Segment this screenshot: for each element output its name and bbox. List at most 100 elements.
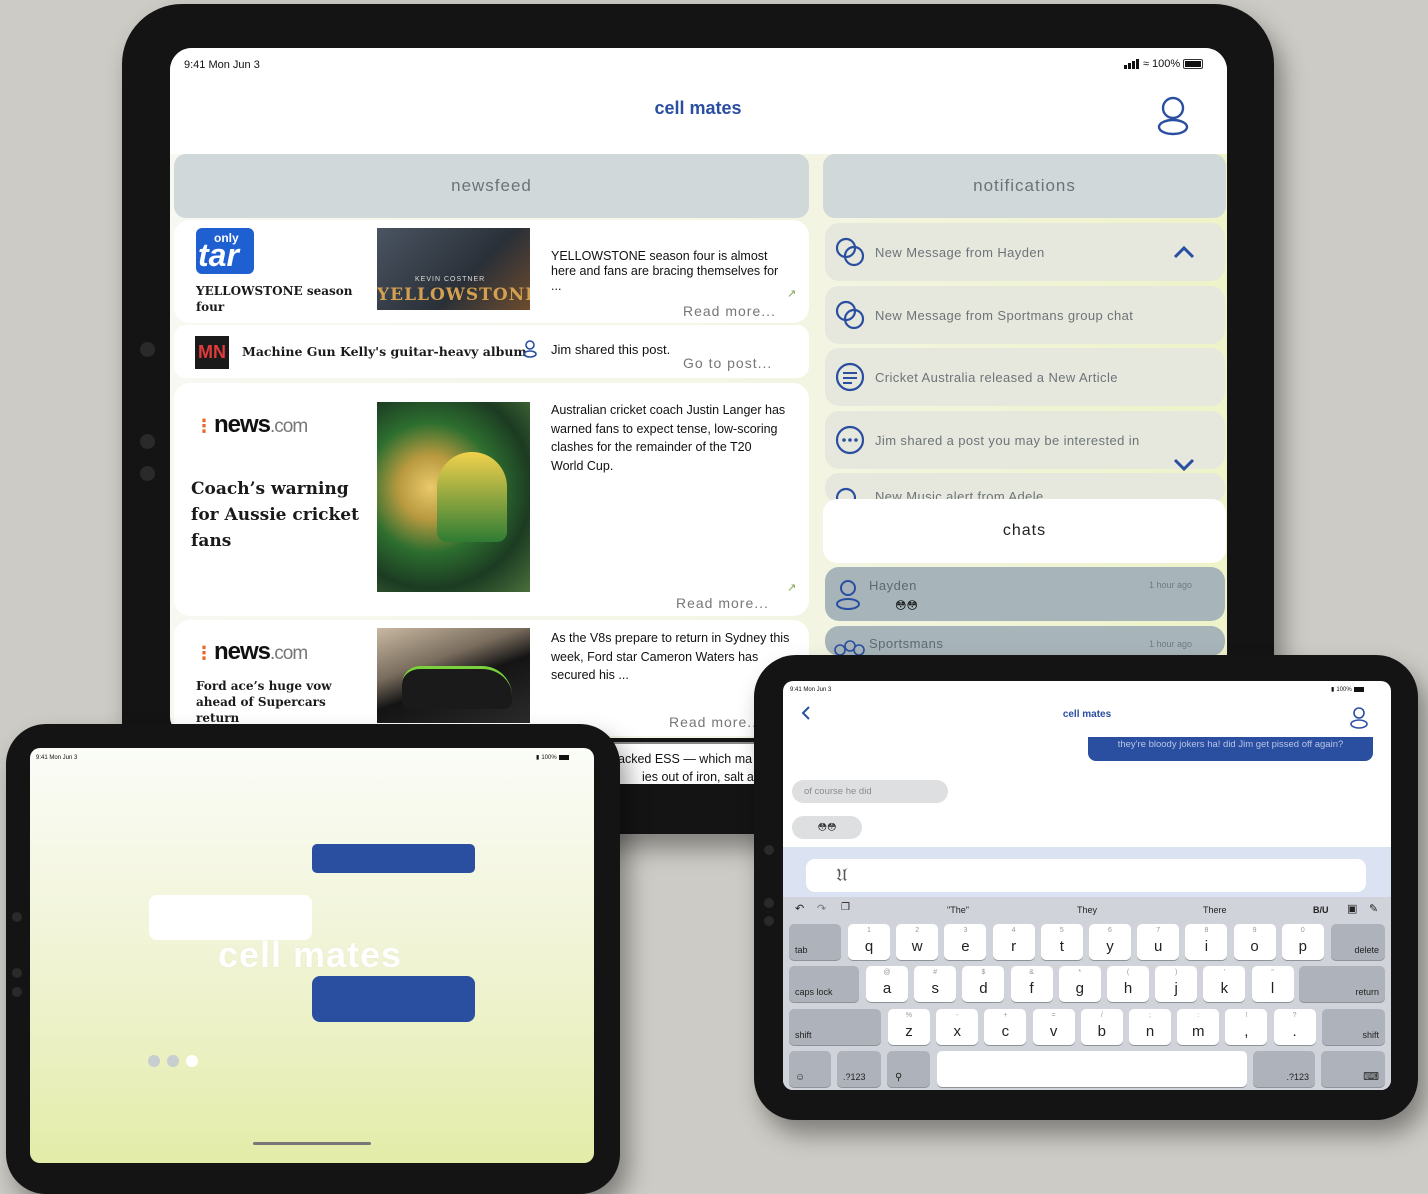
- key-secondary-label: 5: [1059, 927, 1064, 934]
- return-key[interactable]: return: [1299, 966, 1385, 1002]
- page-indicator[interactable]: [148, 1055, 198, 1067]
- key-row3-5[interactable]: ; n: [1129, 1009, 1171, 1045]
- key-row3-7[interactable]: !,: [1225, 1009, 1268, 1045]
- key-row1-4[interactable]: 5t: [1040, 924, 1083, 960]
- paste-icon[interactable]: ❐: [841, 902, 850, 913]
- tab-chats[interactable]: chats: [823, 499, 1226, 563]
- notification-item[interactable]: Jim shared a post you may be interested …: [825, 411, 1225, 472]
- notification-item[interactable]: New Message from Sportmans group chat: [825, 286, 1225, 344]
- prediction[interactable]: They: [1077, 905, 1097, 915]
- key-row2-3[interactable]: & f: [1010, 966, 1053, 1002]
- app-title: cell mates: [654, 98, 742, 118]
- read-more-link[interactable]: Read more...: [676, 595, 769, 611]
- page-dot-active[interactable]: [186, 1055, 198, 1067]
- shift-key-label: shift: [795, 1030, 812, 1040]
- back-button[interactable]: [799, 705, 813, 726]
- tab-newsfeed[interactable]: newsfeed: [174, 154, 809, 218]
- format-button[interactable]: B/U: [1313, 905, 1329, 915]
- key-row1-8[interactable]: 9o: [1233, 924, 1276, 960]
- shift-key[interactable]: shift: [789, 1009, 881, 1045]
- notification-text: New Message from Sportmans group chat: [875, 307, 1134, 323]
- key-secondary-label: ): [1175, 969, 1178, 976]
- key-primary-label: c: [1001, 1022, 1010, 1040]
- battery-icon: [1353, 687, 1364, 692]
- key-row1-0[interactable]: 1q: [848, 924, 890, 960]
- key-row3-2[interactable]: + c: [984, 1009, 1027, 1045]
- page-dot[interactable]: [148, 1055, 160, 1067]
- keyboard-toolbar: ↶ ↷ ❐ "The" They There B/U ▣ ✎: [783, 899, 1391, 921]
- key-primary-label: i: [1204, 937, 1209, 955]
- key-row1-7[interactable]: 8i: [1185, 924, 1228, 960]
- key-row2-5[interactable]: (h: [1107, 966, 1149, 1002]
- brand-accent: ⋮: [195, 416, 213, 436]
- redo-icon[interactable]: ↷: [817, 902, 826, 915]
- attachment-icon[interactable]: ✎: [1369, 902, 1378, 915]
- chat-item[interactable]: Hayden 1 hour ago 😳😳: [825, 567, 1225, 621]
- post-card[interactable]: ⋮news.com Coach’s warning for Aussie cri…: [174, 383, 809, 616]
- read-more-link[interactable]: Read more...: [683, 303, 776, 319]
- key-primary-label: n: [1145, 1022, 1155, 1040]
- key-row2-7[interactable]: ’ k: [1203, 966, 1246, 1002]
- external-link-icon[interactable]: ↗: [787, 581, 796, 594]
- profile-icon: [1157, 96, 1189, 136]
- undo-icon[interactable]: ↶: [795, 902, 804, 915]
- prediction[interactable]: "The": [947, 905, 969, 915]
- key-row1-5[interactable]: 6y: [1089, 924, 1131, 960]
- post-card[interactable]: ⋮news.com Ford ace’s huge vow ahead of S…: [174, 620, 809, 736]
- page-dot[interactable]: [167, 1055, 179, 1067]
- delete-key[interactable]: delete: [1331, 924, 1385, 960]
- camera-icon[interactable]: ▣: [1347, 902, 1357, 915]
- chevron-up-icon[interactable]: [1173, 245, 1195, 259]
- external-link-icon[interactable]: ↗: [787, 287, 796, 300]
- battery-percent: 100%: [1152, 58, 1181, 70]
- key-row2-0[interactable]: @ a: [866, 966, 908, 1002]
- home-indicator[interactable]: [253, 1142, 371, 1145]
- profile-button[interactable]: [1350, 707, 1368, 734]
- key-row3-6[interactable]: :m: [1177, 1009, 1220, 1045]
- key-row1-6[interactable]: 7u: [1137, 924, 1180, 960]
- key-row3-3[interactable]: = v: [1032, 1009, 1075, 1045]
- message-input[interactable]: 𝔘: [806, 859, 1366, 892]
- key-row3-8[interactable]: ?.: [1273, 1009, 1316, 1045]
- key-row1-9[interactable]: 0p: [1281, 924, 1324, 960]
- brand-suffix: .com: [270, 416, 308, 437]
- brand-logo: ⋮news.com: [195, 638, 308, 666]
- post-headline: Coach’s warning for Aussie cricket fans: [191, 479, 359, 551]
- key-row3-4[interactable]: / b: [1080, 1009, 1123, 1045]
- profile-button[interactable]: [1156, 96, 1190, 136]
- key-row2-4[interactable]: * g: [1058, 966, 1101, 1002]
- space-bar[interactable]: [937, 1051, 1247, 1087]
- prediction[interactable]: There: [1203, 905, 1227, 915]
- emoji-key[interactable]: ☺: [789, 1051, 831, 1087]
- signal-icon: ▮: [1331, 687, 1335, 693]
- key-row3-1[interactable]: -x: [936, 1009, 979, 1045]
- numbers-key[interactable]: .?123: [1253, 1051, 1315, 1087]
- message-received: 😳😳: [792, 816, 862, 839]
- chevron-down-icon[interactable]: [1173, 458, 1195, 472]
- hide-keyboard-key[interactable]: ⌨: [1321, 1051, 1385, 1087]
- key-row2-6[interactable]: ) j: [1155, 966, 1198, 1002]
- footer-text-2: ies out of iron, salt and: [642, 770, 768, 784]
- notification-item[interactable]: New Message from Hayden: [825, 223, 1225, 281]
- shift-key[interactable]: shift: [1322, 1009, 1385, 1045]
- key-row1-3[interactable]: 4r: [992, 924, 1035, 960]
- post-card[interactable]: MN Machine Gun Kelly's guitar-heavy albu…: [174, 325, 809, 378]
- post-card[interactable]: only tar YELLOWSTONE season four KEVIN C…: [174, 220, 809, 323]
- caps-lock-key[interactable]: caps lock: [789, 966, 859, 1002]
- key-row1-2[interactable]: 3e: [944, 924, 987, 960]
- chat-item[interactable]: Sportsmans 1 hour ago: [825, 626, 1225, 656]
- go-to-post-link[interactable]: Go to post...: [683, 355, 772, 371]
- dictation-key[interactable]: ⚲: [887, 1051, 930, 1087]
- key-row2-8[interactable]: " l: [1251, 966, 1294, 1002]
- notification-item[interactable]: Cricket Australia released a New Article: [825, 348, 1225, 406]
- key-row2-1[interactable]: # s: [914, 966, 957, 1002]
- key-primary-label: q: [864, 937, 874, 955]
- tab-notifications[interactable]: notifications: [823, 154, 1226, 218]
- key-row3-0[interactable]: % z: [888, 1009, 930, 1045]
- numbers-key[interactable]: .?123: [837, 1051, 881, 1087]
- key-row2-2[interactable]: $ d: [962, 966, 1005, 1002]
- key-row1-1[interactable]: 2w: [896, 924, 939, 960]
- read-more-link[interactable]: Read more...: [669, 714, 762, 730]
- key-primary-label: p: [1298, 937, 1307, 955]
- tab-key[interactable]: tab: [789, 924, 841, 960]
